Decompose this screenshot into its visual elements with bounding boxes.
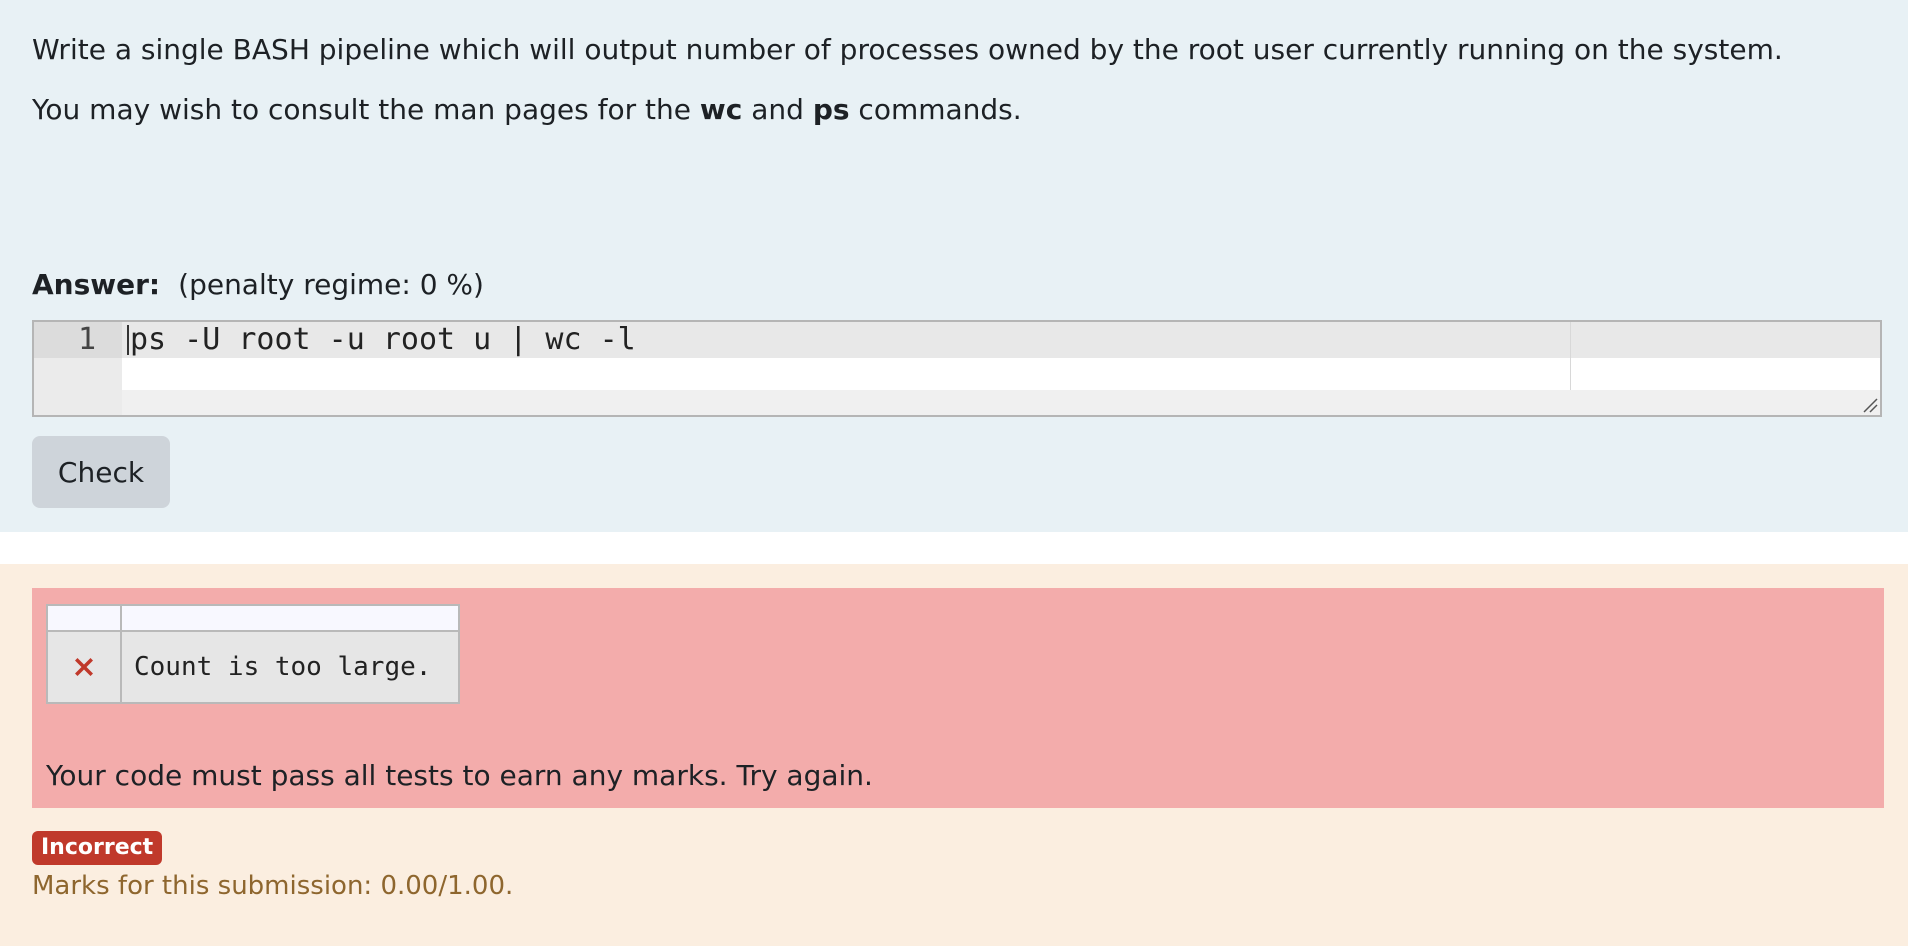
text-cursor bbox=[127, 325, 129, 355]
result-mark-cell bbox=[46, 630, 122, 704]
line-number: 1 bbox=[77, 322, 96, 357]
code-line[interactable]: ps -U root -u root u | wc -l bbox=[130, 322, 636, 358]
marks-summary: Marks for this submission: 0.00/1.00. bbox=[32, 871, 514, 901]
answer-label-row: Answer: (penalty regime: 0 %) bbox=[32, 267, 484, 303]
header-cell-result bbox=[120, 604, 460, 632]
right-pane-active-line bbox=[1571, 322, 1880, 358]
editor-right-pane bbox=[1571, 322, 1880, 390]
feedback-box: Count is too large. Your code must pass … bbox=[32, 588, 1884, 808]
status-badge: Incorrect bbox=[32, 831, 163, 865]
resize-handle-icon[interactable] bbox=[1862, 397, 1878, 413]
hint-command-wc: wc bbox=[699, 93, 743, 126]
check-button[interactable]: Check bbox=[32, 436, 170, 508]
table-row: Count is too large. bbox=[46, 630, 460, 704]
penalty-regime: (penalty regime: 0 %) bbox=[178, 268, 484, 301]
question-hint: You may wish to consult the man pages fo… bbox=[32, 92, 1022, 128]
test-results-table: Count is too large. bbox=[46, 604, 460, 704]
results-header-row bbox=[46, 604, 460, 632]
hint-command-ps: ps bbox=[812, 93, 850, 126]
question-text: Write a single BASH pipeline which will … bbox=[32, 33, 1783, 66]
feedback-message: Your code must pass all tests to earn an… bbox=[46, 759, 873, 792]
answer-label: Answer: bbox=[32, 268, 161, 301]
result-message: Count is too large. bbox=[120, 630, 460, 704]
hint-text-and: and bbox=[742, 93, 813, 126]
code-editor[interactable]: 1 ps -U root -u root u | wc -l bbox=[32, 320, 1882, 417]
hint-text-after: commands. bbox=[849, 93, 1022, 126]
outcome-panel: Count is too large. Your code must pass … bbox=[0, 564, 1908, 946]
close-icon bbox=[75, 658, 93, 676]
code-input-area[interactable]: ps -U root -u root u | wc -l bbox=[122, 322, 1570, 390]
hint-text-before: You may wish to consult the man pages fo… bbox=[32, 93, 700, 126]
header-cell-mark bbox=[46, 604, 122, 632]
question-panel: Write a single BASH pipeline which will … bbox=[0, 0, 1908, 532]
editor-gutter: 1 bbox=[34, 322, 122, 415]
